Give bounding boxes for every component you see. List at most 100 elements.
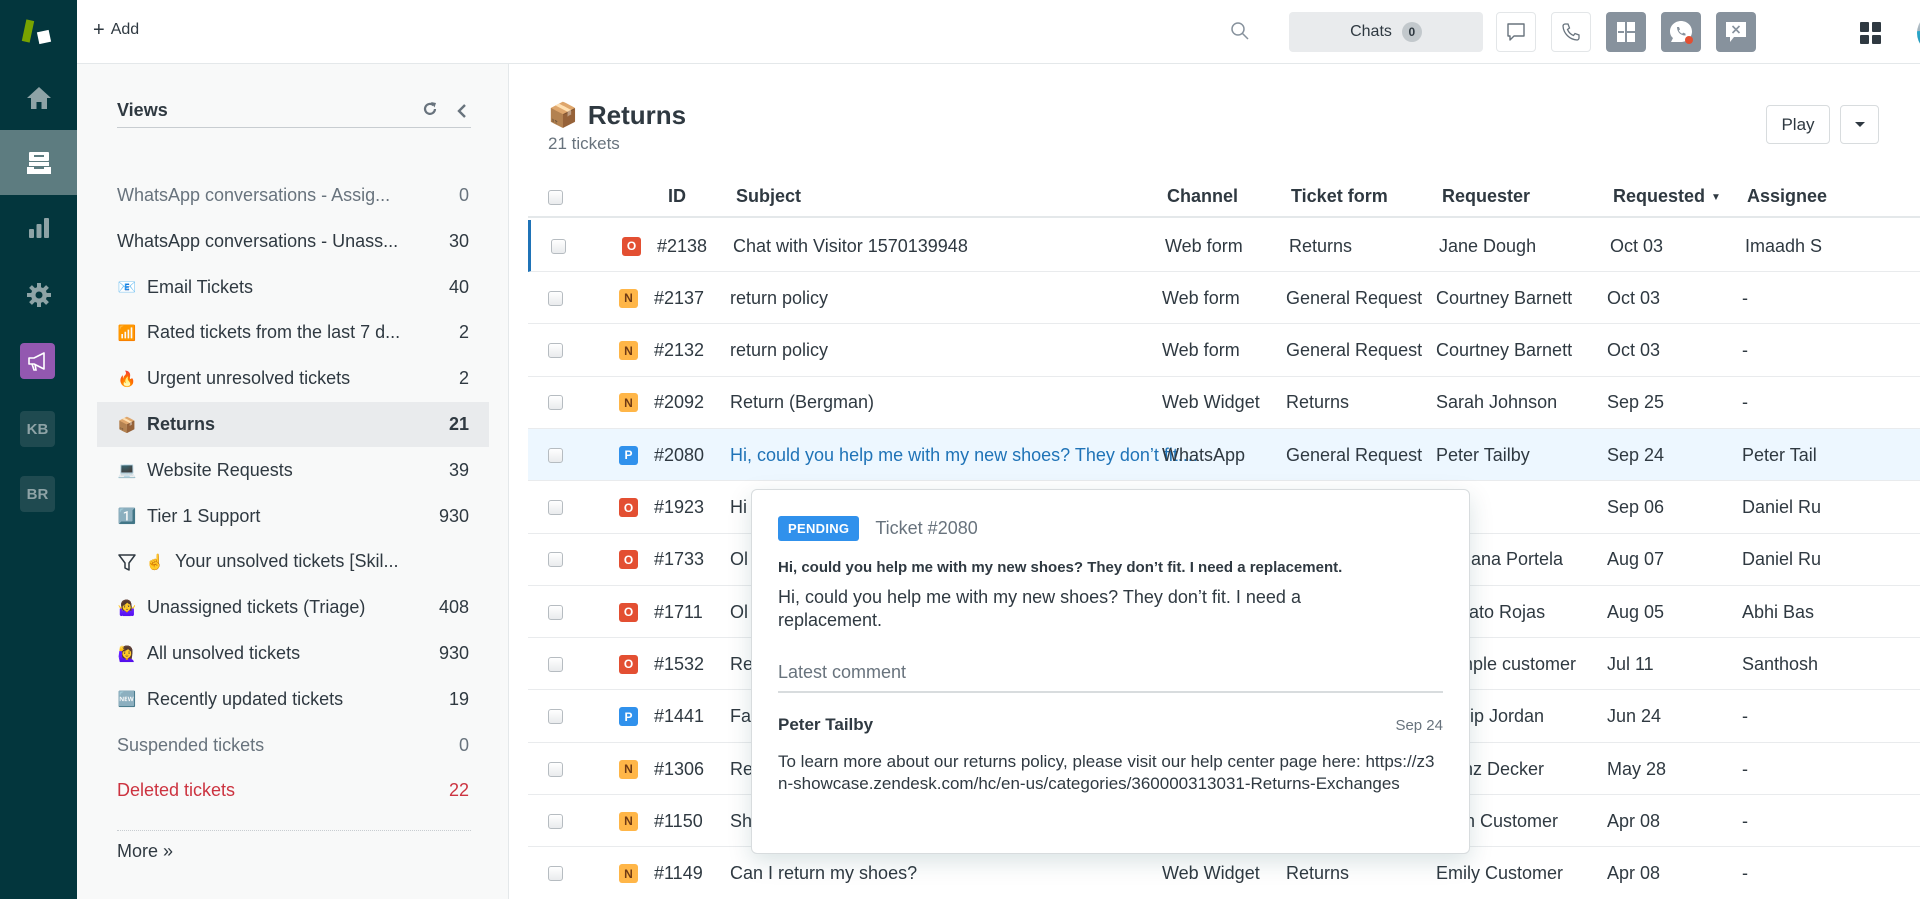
row-checkbox[interactable]: [548, 638, 563, 690]
row-checkbox[interactable]: [548, 848, 563, 899]
view-item[interactable]: Suspended tickets 0: [97, 723, 489, 768]
view-item[interactable]: Deleted tickets 22: [97, 768, 489, 813]
sort-desc-icon: ▼: [1711, 191, 1721, 203]
ticket-id[interactable]: #2080: [654, 429, 704, 481]
ticket-id[interactable]: #1150: [654, 795, 703, 847]
view-item[interactable]: 📧 Email Tickets 40: [97, 265, 489, 310]
close-chat-button[interactable]: [1716, 12, 1756, 52]
checkbox[interactable]: [548, 709, 563, 725]
search-icon[interactable]: [1229, 20, 1251, 42]
ticket-id[interactable]: #1923: [654, 482, 704, 534]
column-assignee[interactable]: Assignee: [1747, 186, 1827, 207]
view-item[interactable]: 🤷‍♀️ Unassigned tickets (Triage) 408: [97, 585, 489, 630]
table-row[interactable]: O #2138 Chat with Visitor 1570139948 Web fo…: [528, 220, 1920, 272]
rail-app-br[interactable]: BR: [20, 476, 55, 512]
column-requested[interactable]: Requested ▼: [1613, 186, 1721, 207]
ticket-id[interactable]: #2092: [654, 377, 704, 429]
row-checkbox[interactable]: [548, 377, 563, 429]
ticket-id[interactable]: #1306: [654, 743, 704, 795]
status-badge: O: [619, 654, 638, 674]
checkbox[interactable]: [548, 447, 563, 463]
table-row[interactable]: P #2080 Hi, could you help me with my new …: [528, 429, 1920, 482]
checkbox[interactable]: [548, 604, 563, 620]
column-subject[interactable]: Subject: [736, 186, 801, 207]
ticket-id[interactable]: #2138: [657, 220, 707, 272]
inbox-icon: [26, 151, 51, 174]
ticket-id[interactable]: #2137: [654, 272, 704, 324]
view-item[interactable]: 1️⃣ Tier 1 Support 930: [97, 494, 489, 539]
ticket-id[interactable]: #1532: [654, 638, 704, 690]
row-checkbox[interactable]: [548, 534, 563, 586]
row-checkbox[interactable]: [551, 220, 566, 272]
column-id[interactable]: ID: [668, 186, 686, 207]
view-item[interactable]: 💻 Website Requests 39: [97, 448, 489, 493]
view-item[interactable]: 🙋‍♀️ All unsolved tickets 930: [97, 631, 489, 676]
row-checkbox[interactable]: [548, 743, 563, 795]
view-item-label: Deleted tickets: [117, 780, 236, 801]
ticket-id[interactable]: #1441: [654, 691, 704, 743]
rail-reporting[interactable]: [0, 195, 77, 260]
row-checkbox[interactable]: [548, 429, 563, 481]
view-item[interactable]: 📦 Returns 21: [97, 402, 489, 447]
view-emoji-icon: 🤷‍♀️: [117, 599, 137, 617]
apps-grid-icon[interactable]: [1860, 22, 1882, 44]
checkbox[interactable]: [548, 500, 563, 515]
view-item[interactable]: WhatsApp conversations - Unass... 30: [97, 219, 489, 264]
rail-admin[interactable]: [0, 262, 77, 327]
chats-button[interactable]: Chats 0: [1289, 12, 1483, 52]
table-row[interactable]: N #2132 return policy Web form General Reque…: [528, 325, 1920, 377]
chat-button[interactable]: [1496, 12, 1536, 52]
checkbox[interactable]: [548, 343, 563, 359]
more-views-link[interactable]: More »: [117, 841, 173, 862]
checkbox[interactable]: [548, 290, 563, 306]
ticket-id[interactable]: #1149: [654, 848, 703, 899]
ticket-id[interactable]: #2132: [654, 325, 704, 377]
play-button[interactable]: Play: [1766, 105, 1830, 144]
column-channel[interactable]: Channel: [1167, 186, 1238, 207]
add-button[interactable]: + Add: [93, 20, 139, 40]
table-row[interactable]: N #2092 Return (Bergman) Web Widget Returns S…: [528, 377, 1920, 429]
whatsapp-button[interactable]: [1661, 12, 1701, 52]
rail-app-kb[interactable]: KB: [20, 411, 55, 447]
row-checkbox[interactable]: [548, 482, 563, 534]
row-checkbox[interactable]: [548, 586, 563, 638]
ticket-id[interactable]: #1733: [654, 534, 704, 586]
view-item[interactable]: 🆕 Recently updated tickets 19: [97, 677, 489, 722]
refresh-icon[interactable]: [421, 100, 439, 118]
column-ticket-form[interactable]: Ticket form: [1291, 186, 1388, 207]
rail-home[interactable]: [0, 65, 77, 130]
talk-button[interactable]: [1551, 12, 1591, 52]
row-checkbox[interactable]: [548, 272, 563, 324]
checkbox[interactable]: [548, 813, 563, 829]
checkbox[interactable]: [551, 238, 566, 254]
view-item[interactable]: ☝️ Your unsolved tickets [Skil...: [97, 539, 489, 584]
row-checkbox[interactable]: [548, 325, 563, 377]
table-row[interactable]: N #2137 return policy Web form General Reque…: [528, 272, 1920, 325]
zendesk-logo-icon[interactable]: [20, 18, 56, 48]
layout-button[interactable]: [1606, 12, 1646, 52]
table-row[interactable]: N #1149 Can I return my shoes? Web Widget Re…: [528, 848, 1920, 899]
checkbox[interactable]: [548, 395, 563, 411]
row-checkbox[interactable]: [548, 691, 563, 743]
column-requester[interactable]: Requester: [1442, 186, 1530, 207]
view-item[interactable]: 🔥 Urgent unresolved tickets 2: [97, 356, 489, 401]
view-item[interactable]: 📶 Rated tickets from the last 7 d... 2: [97, 310, 489, 355]
status-badge: N: [619, 341, 638, 361]
ticket-requested-date: Jul 11: [1607, 653, 1654, 674]
ticket-id[interactable]: #1711: [654, 586, 703, 638]
checkbox[interactable]: [548, 656, 563, 672]
select-all-checkbox[interactable]: [548, 190, 563, 205]
ticket-assignee: -: [1742, 810, 1748, 831]
view-item-label: Rated tickets from the last 7 d...: [147, 322, 401, 343]
chevron-left-icon[interactable]: [455, 102, 469, 120]
ticket-assignee: Daniel Ru: [1742, 549, 1822, 570]
checkbox[interactable]: [548, 552, 563, 568]
ticket-assignee: Daniel Ru: [1742, 497, 1822, 517]
rail-announcements[interactable]: [20, 343, 55, 379]
play-menu-chevron-down-icon[interactable]: [1840, 105, 1879, 144]
view-item[interactable]: WhatsApp conversations - Assig... 0: [97, 173, 489, 218]
checkbox[interactable]: [548, 866, 563, 882]
row-checkbox[interactable]: [548, 795, 563, 847]
rail-views[interactable]: [0, 130, 77, 195]
checkbox[interactable]: [548, 761, 563, 777]
